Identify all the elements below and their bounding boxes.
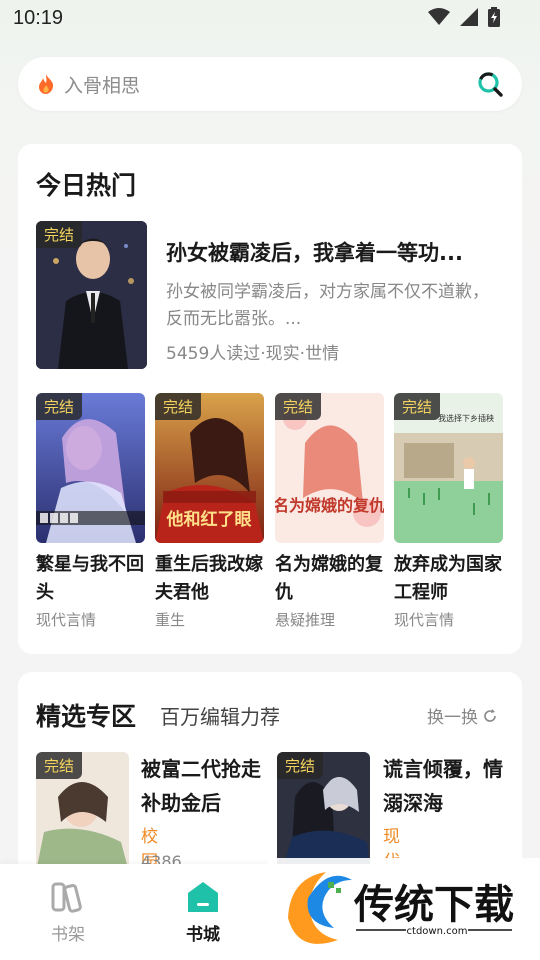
cover-text: 我选择下乡插秧 xyxy=(438,413,494,423)
refresh-button[interactable]: 换一换 xyxy=(427,703,498,728)
refresh-icon xyxy=(484,708,496,722)
book-title: 重生后我改嫁夫君他哥，... xyxy=(155,554,263,603)
wifi-icon xyxy=(428,8,450,25)
book-title: 放弃成为国家工程师后，... xyxy=(394,554,502,603)
nav-bookstore-label: 书城 xyxy=(186,925,220,945)
selected-section-title: 精选专区 xyxy=(36,702,137,731)
book-title: 繁星与我不回头 xyxy=(36,554,144,603)
book-title: 名为嫦娥的复仇 xyxy=(275,554,383,603)
completed-badge: 完结 xyxy=(36,393,83,420)
book-card[interactable]: 名为嫦娥的复仇 完结 名为嫦娥的复仇 悬疑推理 xyxy=(275,393,384,630)
hot-section: 今日热门 完结 孙女被霸凌后，我拿着一等功... 孙女被同学霸凌后，对方家属不仅… xyxy=(18,144,522,654)
watermark-logo: 传统下载 ctdown.com xyxy=(268,858,540,960)
book-genre: 现代言情 xyxy=(36,611,97,629)
bookstore-icon xyxy=(188,882,218,912)
featured-book-meta: 5459人读过·现实·世情 xyxy=(166,344,340,364)
search-icon xyxy=(478,72,503,97)
nav-bookstore[interactable]: 书城 xyxy=(163,880,243,945)
selected-book-card[interactable]: 完结 谎言倾覆，情溺深海 现代言情 xyxy=(277,752,503,922)
book-genre: 悬疑推理 xyxy=(275,611,336,629)
book-genre: 重生 xyxy=(155,611,186,629)
book-card[interactable]: 他和红了眼 完结 重生后我改嫁夫君他哥，... 重生 xyxy=(155,393,264,630)
book-card[interactable]: 完结 繁星与我不回头 现代言情 xyxy=(36,393,145,630)
book-cover[interactable]: 完结 xyxy=(36,752,129,872)
completed-badge: 完结 xyxy=(277,752,324,779)
featured-book-description: 孙女被同学霸凌后，对方家属不仅不道歉，反而无比嚣张。... xyxy=(166,282,489,329)
nav-bookshelf[interactable]: 书架 xyxy=(28,880,108,945)
selected-section-subtitle: 百万编辑力荐 xyxy=(160,705,280,729)
status-bar: 10:19 xyxy=(0,0,540,38)
completed-badge: 完结 xyxy=(394,393,441,420)
completed-badge: 完结 xyxy=(36,221,83,248)
status-icons xyxy=(428,7,500,27)
nav-bookshelf-label: 书架 xyxy=(51,925,85,945)
watermark-graphic: 传统下载 ctdown.com xyxy=(268,858,540,960)
selected-book-card[interactable]: 完结 被富二代抢走补助金后 校园 4386人读过 xyxy=(36,752,261,918)
completed-badge: 完结 xyxy=(275,393,322,420)
cover-text: 名为嫦娥的复仇 xyxy=(275,496,384,515)
watermark-brand: 传统下载 xyxy=(353,882,514,928)
fire-icon xyxy=(39,74,54,94)
battery-icon xyxy=(488,7,500,27)
book-title: 谎言倾覆，情溺深海 xyxy=(383,757,503,815)
book-cover[interactable]: 我选择下乡插秧 完结 xyxy=(394,393,503,543)
featured-book-cover[interactable]: 完结 xyxy=(36,221,147,369)
search-bar[interactable]: 入骨相思 xyxy=(18,57,522,111)
refresh-label: 换一换 xyxy=(427,708,478,728)
search-input[interactable]: 入骨相思 xyxy=(64,71,476,98)
bookshelf-icon xyxy=(51,882,82,913)
book-title: 被富二代抢走补助金后 xyxy=(141,757,261,815)
book-cover[interactable]: 完结 xyxy=(277,752,370,872)
completed-badge: 完结 xyxy=(36,752,83,779)
book-genre: 现代言情 xyxy=(394,611,455,629)
hot-section-title: 今日热门 xyxy=(36,171,137,200)
watermark-domain: ctdown.com xyxy=(407,926,468,937)
book-card[interactable]: 我选择下乡插秧 完结 放弃成为国家工程师后，... 现代言情 xyxy=(394,393,503,630)
featured-book-title[interactable]: 孙女被霸凌后，我拿着一等功... xyxy=(166,237,506,267)
search-button[interactable] xyxy=(476,70,504,98)
book-cover[interactable]: 名为嫦娥的复仇 完结 xyxy=(275,393,384,543)
completed-badge: 完结 xyxy=(155,393,202,420)
cell-signal-icon xyxy=(460,8,478,26)
status-time: 10:19 xyxy=(13,7,64,29)
book-cover[interactable]: 他和红了眼 完结 xyxy=(155,393,264,543)
book-cover[interactable]: 完结 xyxy=(36,393,145,543)
cover-text: 他和红了眼 xyxy=(166,509,252,530)
